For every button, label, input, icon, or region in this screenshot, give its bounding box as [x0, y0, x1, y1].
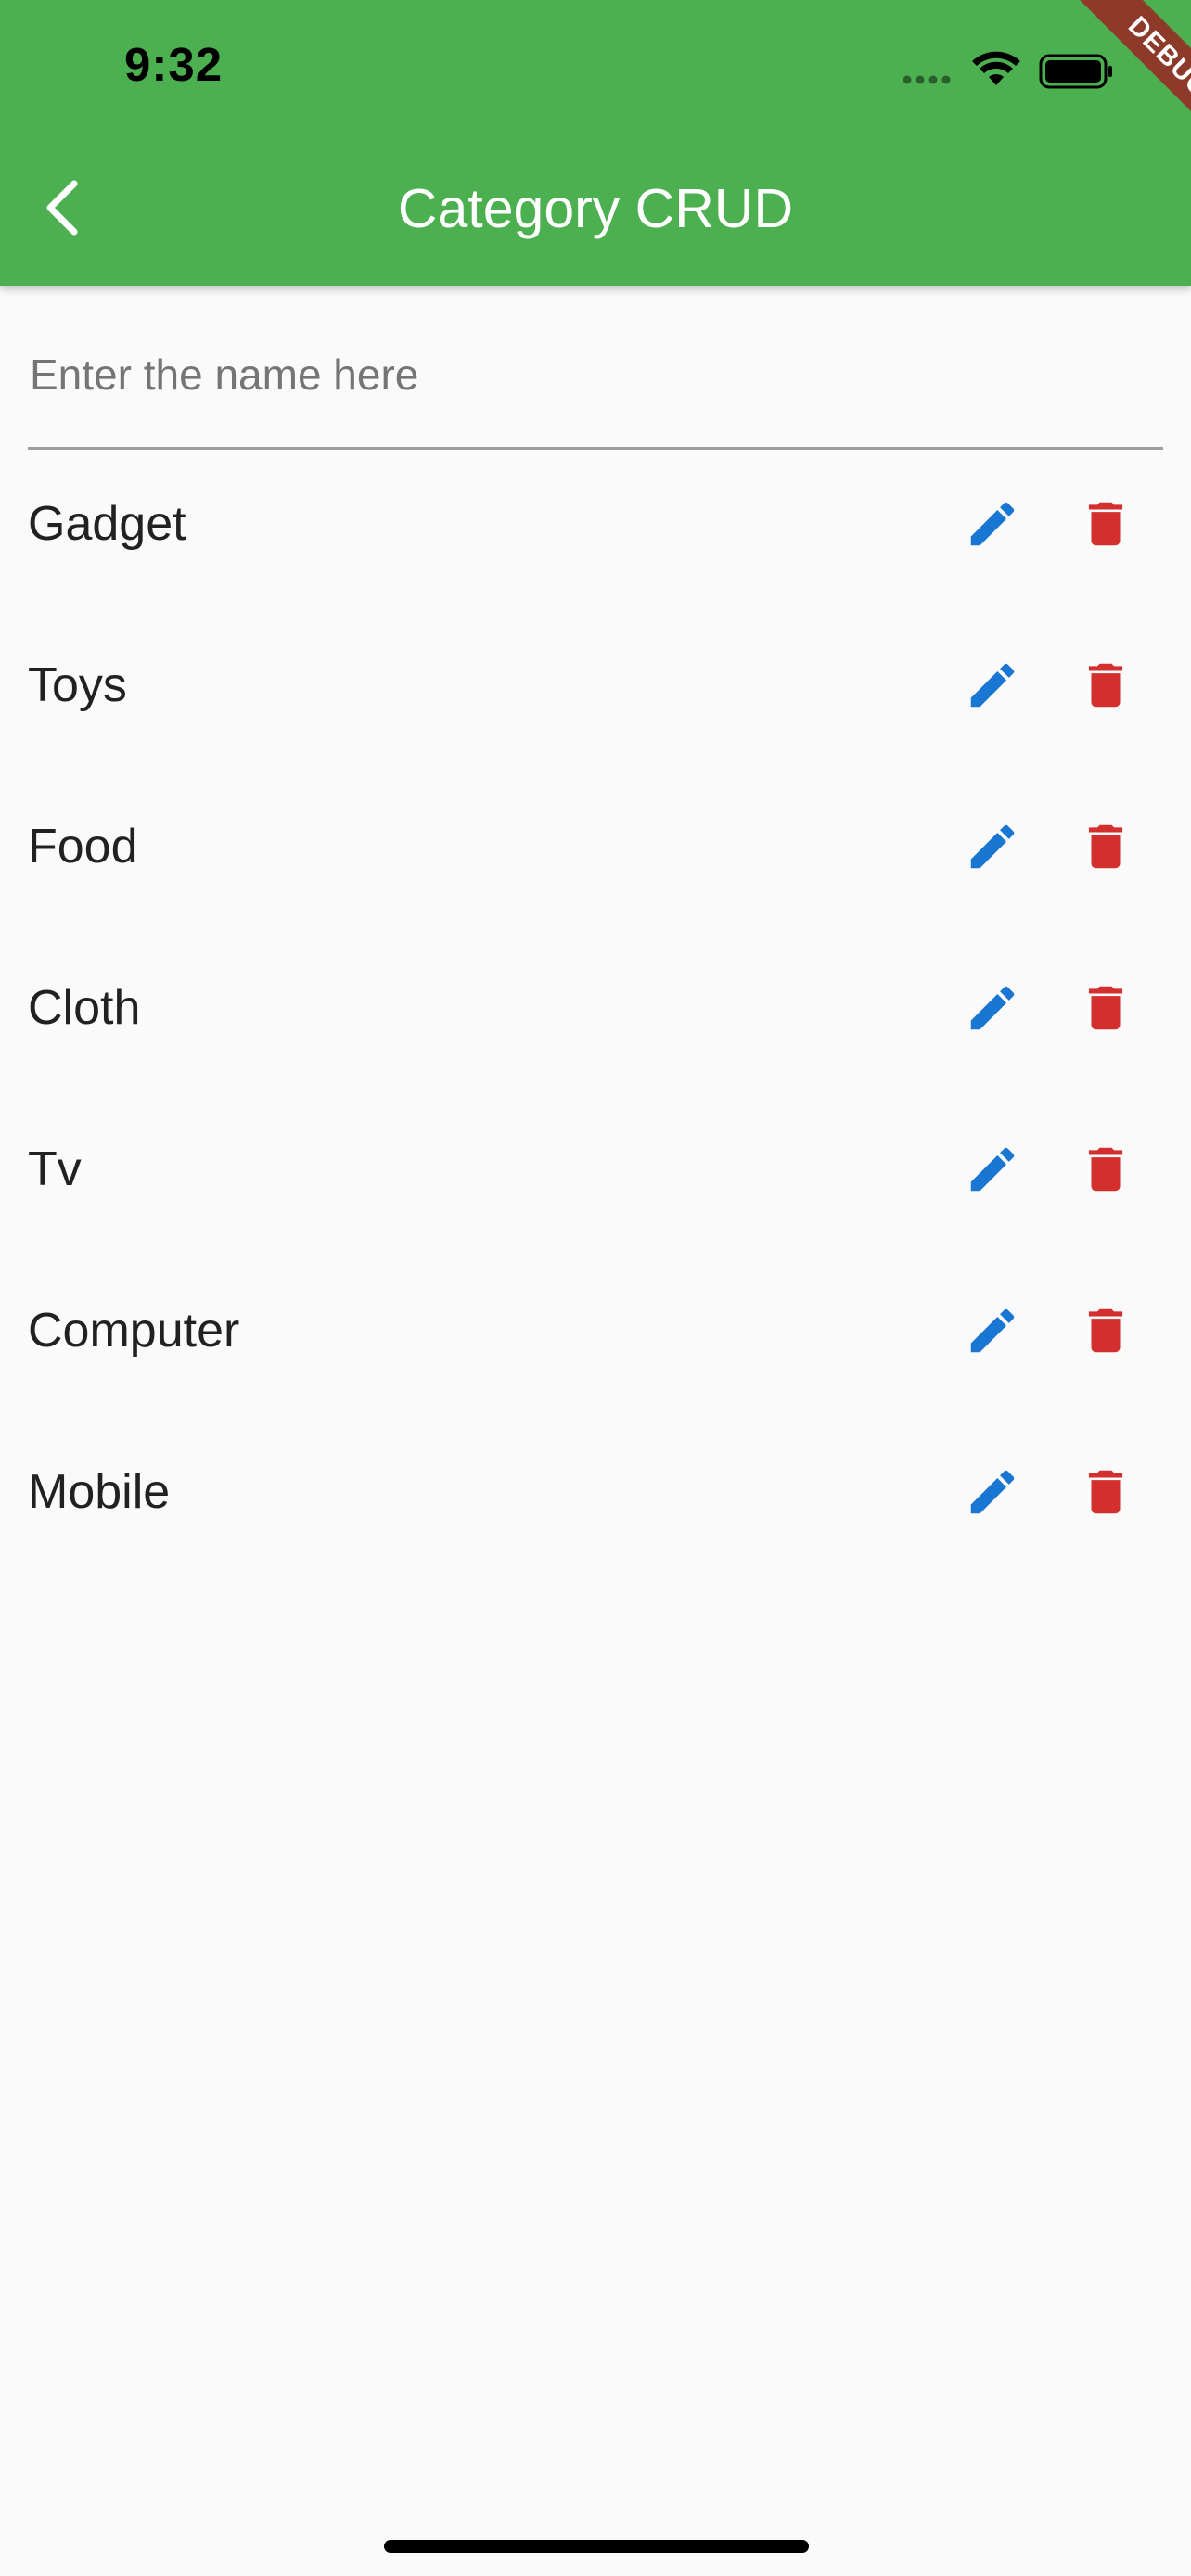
- pencil-icon: [970, 502, 1015, 546]
- list-item: Food: [0, 768, 1191, 929]
- delete-button[interactable]: [1067, 969, 1145, 1047]
- category-name: Toys: [28, 658, 127, 712]
- category-name: Cloth: [28, 981, 141, 1035]
- cellular-signal-icon: [903, 75, 951, 84]
- wifi-icon: [972, 51, 1020, 85]
- trash-icon: [1088, 986, 1123, 1030]
- edit-button[interactable]: [954, 808, 1031, 886]
- category-list: Gadget Toys Food Cloth Tv Computer Mobile: [0, 445, 1191, 1575]
- edit-button[interactable]: [954, 485, 1031, 563]
- trash-icon: [1088, 1470, 1123, 1514]
- delete-button[interactable]: [1067, 1453, 1145, 1531]
- delete-button[interactable]: [1067, 485, 1145, 563]
- delete-button[interactable]: [1067, 646, 1145, 724]
- trash-icon: [1088, 502, 1123, 546]
- list-item: Tv: [0, 1090, 1191, 1252]
- delete-button[interactable]: [1067, 1130, 1145, 1208]
- delete-button[interactable]: [1067, 808, 1145, 886]
- status-time: 9:32: [124, 38, 224, 91]
- edit-button[interactable]: [954, 1130, 1031, 1208]
- name-input[interactable]: [28, 341, 1167, 408]
- list-item: Cloth: [0, 929, 1191, 1090]
- trash-icon: [1088, 1308, 1123, 1353]
- status-icons: [903, 51, 1112, 89]
- battery-icon: [1039, 54, 1112, 89]
- category-name: Food: [28, 820, 138, 874]
- pencil-icon: [970, 824, 1015, 869]
- category-name: Tv: [28, 1142, 82, 1196]
- pencil-icon: [970, 1147, 1015, 1192]
- edit-button[interactable]: [954, 1292, 1031, 1370]
- name-field: [28, 315, 1167, 450]
- page-title: Category CRUD: [397, 178, 794, 239]
- list-item: Gadget: [0, 445, 1191, 606]
- list-item: Computer: [0, 1252, 1191, 1413]
- app-bar: 9:32 Category CRUD DEBUG: [0, 0, 1191, 286]
- delete-button[interactable]: [1067, 1292, 1145, 1370]
- trash-icon: [1088, 663, 1123, 708]
- trash-icon: [1088, 1147, 1123, 1192]
- pencil-icon: [970, 663, 1015, 708]
- home-indicator[interactable]: [384, 2540, 809, 2553]
- category-name: Gadget: [28, 497, 186, 551]
- edit-button[interactable]: [954, 646, 1031, 724]
- pencil-icon: [970, 986, 1015, 1030]
- pencil-icon: [970, 1308, 1015, 1353]
- pencil-icon: [970, 1470, 1015, 1514]
- debug-banner: DEBUG: [1005, 0, 1191, 185]
- trash-icon: [1088, 824, 1123, 869]
- list-item: Toys: [0, 606, 1191, 768]
- edit-button[interactable]: [954, 1453, 1031, 1531]
- edit-button[interactable]: [954, 969, 1031, 1047]
- category-name: Mobile: [28, 1465, 171, 1519]
- category-name: Computer: [28, 1304, 240, 1358]
- list-item: Mobile: [0, 1413, 1191, 1575]
